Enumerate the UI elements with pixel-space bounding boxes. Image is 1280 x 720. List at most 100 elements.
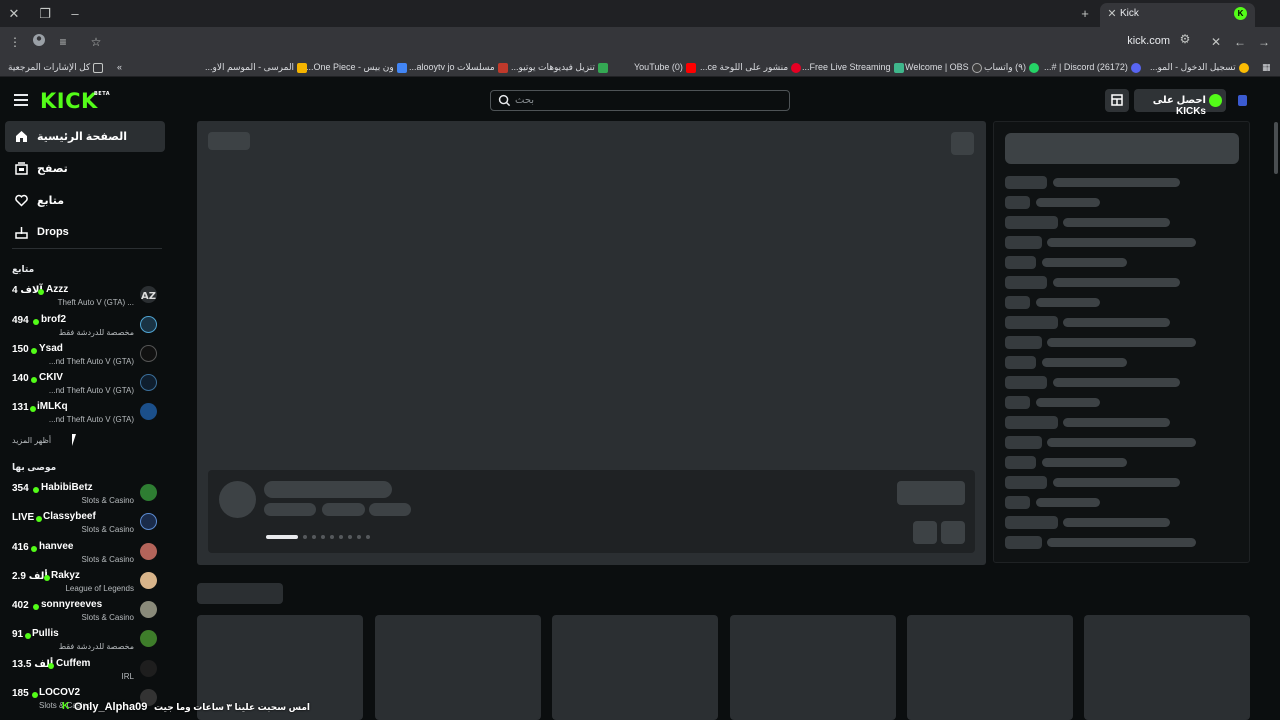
avatar bbox=[140, 572, 157, 589]
skeleton-row bbox=[1005, 536, 1042, 549]
bookmark-item[interactable]: تنزيل فيديوهات يوتيو... bbox=[511, 60, 608, 74]
skeleton-block bbox=[951, 132, 974, 155]
live-dot-icon bbox=[31, 377, 37, 383]
search-input[interactable]: بحث bbox=[490, 90, 790, 111]
skeleton-row bbox=[1047, 338, 1196, 347]
bookmark-star-icon[interactable]: ☆ bbox=[87, 33, 105, 51]
bookmark-item[interactable]: مسلسلات alooytv jo... bbox=[409, 60, 508, 74]
skeleton-row bbox=[1053, 178, 1180, 187]
page-scrollbar[interactable] bbox=[1274, 122, 1278, 174]
bookmark-item[interactable]: منشور على اللوحة ce... bbox=[700, 60, 802, 74]
layout-toggle-button[interactable] bbox=[1105, 89, 1129, 112]
back-icon[interactable]: → bbox=[1255, 33, 1273, 51]
recommended-channel[interactable]: 354 HabibiBetz Slots & Casino bbox=[0, 480, 170, 508]
bookmark-item[interactable]: ون بيس - One Piece... bbox=[306, 60, 407, 74]
skeleton-row bbox=[1005, 276, 1047, 289]
nav-following[interactable]: متابع bbox=[5, 185, 165, 216]
bookmark-item[interactable]: Free Live Streaming... bbox=[802, 60, 904, 74]
following-heading: متابع bbox=[12, 264, 35, 274]
bookmark-item[interactable]: (26172) Discord | #... bbox=[1044, 60, 1141, 74]
skeleton-row bbox=[1005, 376, 1047, 389]
skeleton-row bbox=[1042, 258, 1127, 267]
kick-logo[interactable]: KICK BETA bbox=[40, 89, 110, 113]
reading-list-icon[interactable]: ≡ bbox=[54, 33, 72, 51]
menu-kebab-icon[interactable]: ⋮ bbox=[6, 33, 24, 51]
live-dot-icon bbox=[44, 575, 50, 581]
followed-channel[interactable]: 4 آلاف Azzz Theft Auto V (GTA) ... AZ bbox=[0, 282, 170, 310]
kick-favicon-icon: K bbox=[1234, 7, 1247, 20]
nav-home[interactable]: الصفحة الرئيسية bbox=[5, 121, 165, 152]
nav-drops[interactable]: Drops bbox=[5, 217, 165, 248]
close-tab-icon[interactable]: ✕ bbox=[1104, 6, 1120, 22]
skeleton-row bbox=[1053, 478, 1180, 487]
recommended-channel[interactable]: 13.5 ألف Cuffem IRL bbox=[0, 656, 170, 684]
obs-icon bbox=[971, 62, 982, 73]
browser-tab-kick[interactable]: ✕ Kick K bbox=[1100, 3, 1255, 27]
featured-stream-skeleton[interactable] bbox=[197, 121, 986, 565]
bookmark-favicon-icon bbox=[396, 62, 407, 73]
bookmark-item[interactable]: (0) YouTube bbox=[634, 60, 696, 74]
bookmark-item[interactable]: Welcome | OBS bbox=[905, 60, 982, 74]
avatar bbox=[140, 403, 157, 420]
browse-icon bbox=[15, 162, 28, 175]
followed-channel[interactable]: 150 Ysad ...nd Theft Auto V (GTA) bbox=[0, 341, 170, 369]
kick-badge-icon: K bbox=[62, 701, 70, 712]
recommended-channel[interactable]: 91 Pullis مخصصة للدردشة فقط bbox=[0, 626, 170, 654]
all-bookmarks-folder[interactable]: كل الإشارات المرجعية bbox=[8, 60, 104, 74]
skeleton-button bbox=[897, 481, 965, 505]
profile-icon[interactable] bbox=[30, 33, 48, 51]
bookmarks-bar: كل الإشارات المرجعية » تسجيل الدخول - ال… bbox=[0, 57, 1280, 77]
stream-info-skeleton bbox=[208, 470, 975, 553]
sidebar-divider bbox=[12, 248, 162, 249]
youtube-icon bbox=[685, 62, 696, 73]
live-dot-icon bbox=[33, 487, 39, 493]
stream-card-skeleton[interactable] bbox=[730, 615, 896, 720]
bookmark-item[interactable]: المرسى - الموسم الاو... bbox=[205, 60, 308, 74]
followed-channel[interactable]: 131 iMLKq ...nd Theft Auto V (GTA) bbox=[0, 399, 170, 427]
address-bar[interactable]: kick.com ⚙ bbox=[108, 30, 1208, 54]
followed-channel[interactable]: 140 CKIV ...nd Theft Auto V (GTA) bbox=[0, 370, 170, 398]
recommended-channel[interactable]: LIVE Classybeef Slots & Casino bbox=[0, 509, 170, 537]
svg-text:AZ: AZ bbox=[141, 291, 156, 302]
nav-browse[interactable]: تصفح bbox=[5, 153, 165, 184]
stream-card-skeleton[interactable] bbox=[1084, 615, 1250, 720]
followed-channel[interactable]: 494 brof2 مخصصة للدردشة فقط bbox=[0, 312, 170, 340]
hamburger-menu-icon[interactable] bbox=[14, 94, 28, 106]
skeleton-row bbox=[1047, 538, 1196, 547]
bookmarks-overflow-icon[interactable]: » bbox=[117, 60, 122, 74]
skeleton-row bbox=[1005, 336, 1042, 349]
live-dot-icon bbox=[33, 604, 39, 610]
folder-icon bbox=[93, 62, 104, 73]
side-panel-skeleton bbox=[993, 121, 1250, 563]
extension-icon[interactable] bbox=[1238, 95, 1247, 106]
bookmark-favicon-icon bbox=[297, 62, 308, 73]
stream-card-skeleton[interactable] bbox=[375, 615, 541, 720]
bookmark-item[interactable]: تسجيل الدخول - المو... bbox=[1150, 60, 1249, 74]
skeleton-row bbox=[1042, 358, 1127, 367]
restore-window-icon[interactable]: ❐ bbox=[36, 5, 54, 23]
apps-grid-icon[interactable]: ▦ bbox=[1262, 60, 1271, 74]
avatar bbox=[140, 374, 157, 391]
skeleton-row bbox=[1063, 218, 1170, 227]
new-tab-icon[interactable]: + bbox=[1076, 5, 1094, 23]
bookmark-item[interactable]: (٩) واتساب bbox=[984, 60, 1039, 74]
stream-card-skeleton[interactable] bbox=[907, 615, 1073, 720]
beta-badge: BETA bbox=[94, 91, 111, 97]
stop-loading-icon[interactable]: ✕ bbox=[1207, 33, 1225, 51]
show-more-link[interactable]: أظهر المزيد bbox=[12, 436, 51, 445]
avatar bbox=[140, 630, 157, 647]
get-kicks-button[interactable]: احصل على KICKs bbox=[1134, 89, 1226, 117]
stream-card-skeleton[interactable] bbox=[552, 615, 718, 720]
recommended-channel[interactable]: 416 hanvee Slots & Casino bbox=[0, 539, 170, 567]
recommended-channel[interactable]: 2.9 ألف Rakyz League of Legends bbox=[0, 568, 170, 596]
carousel-dots[interactable] bbox=[266, 528, 375, 539]
forward-icon[interactable]: ← bbox=[1231, 33, 1249, 51]
skeleton-block bbox=[264, 503, 316, 516]
recommended-channel[interactable]: 402 sonnyreeves Slots & Casino bbox=[0, 597, 170, 625]
close-window-icon[interactable]: ✕ bbox=[5, 5, 23, 23]
avatar bbox=[140, 601, 157, 618]
minimize-window-icon[interactable]: – bbox=[66, 5, 84, 23]
live-dot-icon bbox=[48, 663, 54, 669]
site-settings-icon[interactable]: ⚙ bbox=[1176, 30, 1194, 48]
skeleton-block bbox=[369, 503, 411, 516]
